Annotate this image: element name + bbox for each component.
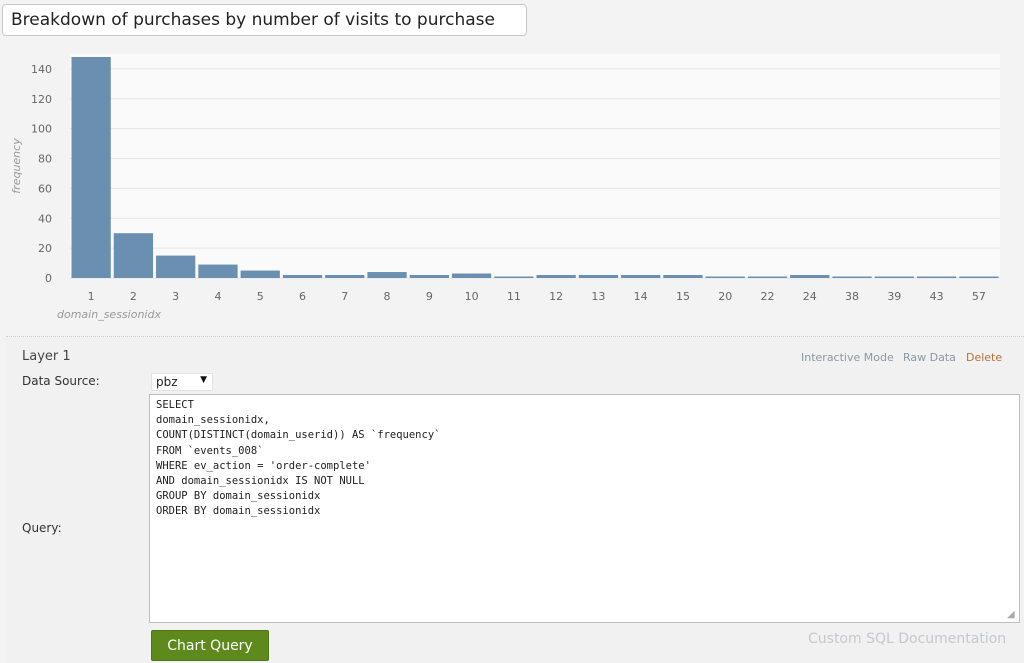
raw-data-link[interactable]: Raw Data <box>903 351 956 364</box>
x-tick-label: 38 <box>845 290 859 303</box>
chart-query-button[interactable]: Chart Query <box>151 630 269 661</box>
y-tick-label: 80 <box>38 153 52 166</box>
x-axis-title: domain_sessionidx <box>57 308 161 321</box>
chart-svg: 0204060801001201401 2 3 4 5 6 7 8 9 10 11 12 13 14 15 2… <box>10 54 1000 321</box>
x-tick-label: 3 <box>172 290 179 303</box>
bar-chart: 0 20 40 60 80 100 120 140 1 2 3 4 5 6 7 8 9 10 11 12 13 14 15 2… <box>0 44 1024 334</box>
layer-title: Layer 1 <box>22 349 71 364</box>
dropdown-arrow-icon: ▼ <box>200 375 207 385</box>
x-tick-label: 12 <box>549 290 563 303</box>
data-source-select[interactable]: pbz ▼ <box>151 373 213 391</box>
x-tick-label: 43 <box>930 290 944 303</box>
bar <box>916 276 957 278</box>
bar <box>367 272 407 278</box>
plot-background <box>70 54 1000 278</box>
y-tick-label: 100 <box>31 123 52 136</box>
data-source-value: pbz <box>156 375 178 389</box>
x-tick-label: 6 <box>299 290 306 303</box>
x-tick-label: 9 <box>426 290 433 303</box>
delete-layer-link[interactable]: Delete <box>966 351 1002 364</box>
x-tick-label: 14 <box>634 290 648 303</box>
data-source-label: Data Source: <box>22 374 100 388</box>
bar <box>71 56 111 279</box>
y-tick-label: 40 <box>38 212 52 225</box>
bar <box>663 275 703 278</box>
bar <box>832 276 872 278</box>
bar <box>747 276 788 278</box>
x-tick-label: 15 <box>676 290 690 303</box>
interactive-mode-link[interactable]: Interactive Mode <box>801 351 894 364</box>
x-tick-label: 4 <box>214 290 221 303</box>
x-tick-label: 5 <box>257 290 264 303</box>
x-tick-label: 13 <box>591 290 605 303</box>
y-tick-label: 0 <box>45 272 52 285</box>
bar <box>198 264 238 278</box>
bar <box>874 276 914 278</box>
layer-panel: Layer 1 Interactive Mode Raw Data Delete… <box>6 336 1024 663</box>
y-tick-label: 140 <box>31 63 52 76</box>
query-label: Query: <box>22 521 62 535</box>
y-axis-title: frequency <box>10 138 23 194</box>
bar <box>451 273 492 278</box>
bar <box>240 270 280 278</box>
chart-title-input[interactable] <box>2 4 527 36</box>
bar <box>536 275 576 278</box>
x-tick-label: 10 <box>465 290 479 303</box>
bar <box>325 275 365 278</box>
bar <box>282 275 323 278</box>
bar <box>494 276 534 278</box>
x-tick-label: 20 <box>718 290 732 303</box>
bar <box>113 233 154 278</box>
bar <box>790 275 830 278</box>
bar <box>705 276 745 278</box>
x-tick-label: 7 <box>341 290 348 303</box>
x-tick-label: 24 <box>803 290 817 303</box>
custom-sql-documentation-link[interactable]: Custom SQL Documentation <box>808 631 1006 647</box>
x-tick-label: 2 <box>130 290 137 303</box>
x-tick-label: 8 <box>384 290 391 303</box>
bar <box>621 275 661 278</box>
y-tick-label: 60 <box>38 182 52 195</box>
bar <box>959 276 999 278</box>
query-editor[interactable] <box>149 394 1020 623</box>
x-tick-label: 1 <box>88 290 95 303</box>
x-tick-label: 22 <box>761 290 775 303</box>
resize-grip-icon[interactable]: ◢ <box>1007 609 1015 620</box>
bar <box>578 275 619 278</box>
x-tick-label: 57 <box>972 290 986 303</box>
bar <box>409 275 449 278</box>
x-tick-label: 39 <box>887 290 901 303</box>
x-tick-label: 11 <box>507 290 521 303</box>
y-tick-label: 20 <box>38 242 52 255</box>
bar <box>156 255 196 278</box>
y-tick-label: 120 <box>31 93 52 106</box>
